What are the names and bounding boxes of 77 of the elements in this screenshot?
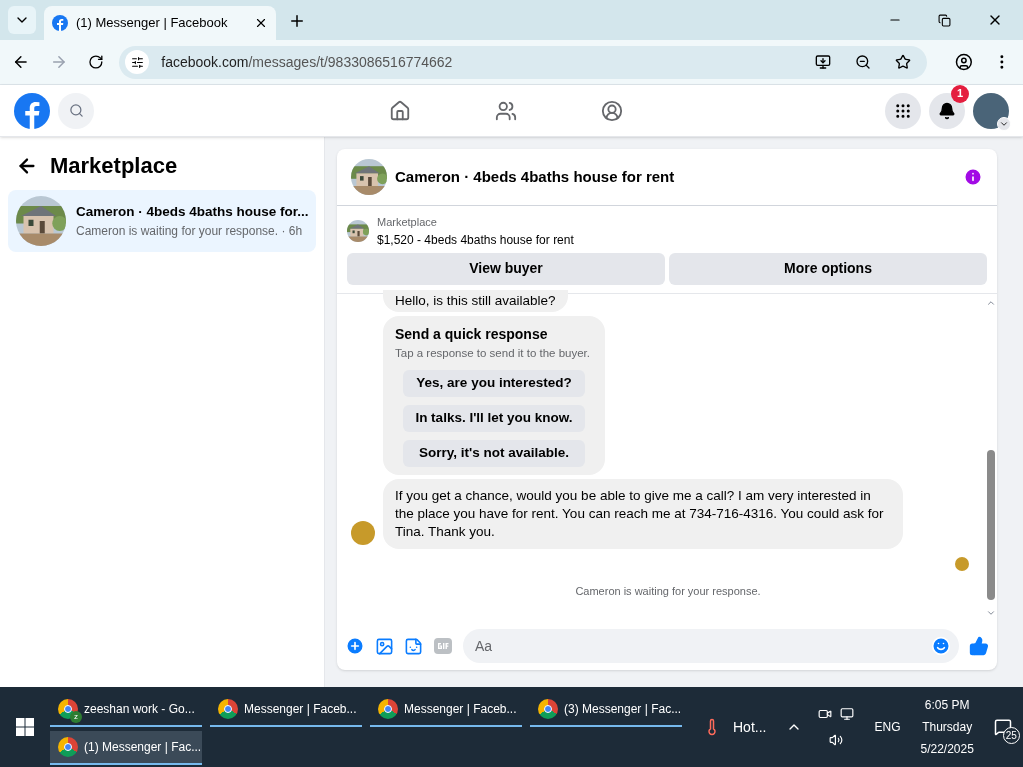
chrome-icon bbox=[538, 699, 558, 719]
listing-label: Marketplace bbox=[377, 215, 438, 230]
facebook-icon bbox=[52, 15, 68, 31]
quick-response-button[interactable]: In talks. I'll let you know. bbox=[403, 404, 585, 432]
listing-title: $1,520 - 4beds 4baths house for rent bbox=[377, 231, 574, 249]
conversation-preview: Cameron is waiting for your response. · 6h bbox=[76, 223, 304, 241]
window-title: Messenger | Faceb... bbox=[244, 701, 357, 718]
chrome-icon bbox=[378, 699, 398, 719]
close-icon[interactable] bbox=[254, 16, 268, 30]
waiting-status: Cameron is waiting for your response. bbox=[574, 583, 762, 599]
clock-date: 5/22/2025 bbox=[920, 741, 974, 758]
quick-response-subtitle: Tap a response to send it to the buyer. bbox=[395, 345, 591, 361]
camera-icon[interactable] bbox=[818, 707, 833, 721]
action-button[interactable]: View buyer bbox=[347, 252, 665, 285]
tab-menu-button[interactable] bbox=[8, 6, 36, 34]
install-icon[interactable] bbox=[815, 54, 832, 70]
chrome-icon bbox=[58, 737, 78, 757]
chat-title: Cameron · 4beds 4baths house for rent bbox=[395, 166, 676, 187]
sidebar-title: Marketplace bbox=[50, 152, 178, 180]
message-bubble: If you get a chance, would you be able to give me a call? I am very interested in the place you have for rent. You can reach me at 734-716-4316. You could ask for Tina. Thank you. bbox=[383, 478, 903, 549]
browser-tab[interactable]: (1) Messenger | Facebook bbox=[44, 6, 276, 40]
sender-avatar bbox=[351, 520, 375, 545]
conversation-title: Cameron · 4beds 4baths house for... bbox=[76, 202, 309, 221]
info-icon[interactable] bbox=[963, 167, 983, 187]
new-tab-icon[interactable] bbox=[288, 12, 306, 30]
volume-icon[interactable] bbox=[829, 733, 844, 747]
notification-count: 25 bbox=[1002, 727, 1020, 744]
conversation-item[interactable]: Cameron · 4beds 4baths house for... Cameron is waiting for your response. · 6h bbox=[8, 190, 316, 252]
site-info-button[interactable] bbox=[125, 50, 150, 74]
action-button[interactable]: More options bbox=[669, 252, 987, 285]
taskbar-window[interactable]: Messenger | Faceb... bbox=[210, 693, 362, 727]
url-text: facebook.com/messages/t/9833086516774662 bbox=[161, 52, 454, 72]
facebook-logo bbox=[14, 92, 50, 129]
reload-icon[interactable] bbox=[87, 54, 104, 70]
bookmark-star-icon[interactable] bbox=[895, 54, 912, 70]
taskbar-window[interactable]: Messenger | Faceb... bbox=[370, 693, 522, 727]
taskbar-window[interactable]: (3) Messenger | Fac... bbox=[530, 693, 682, 727]
add-icon[interactable] bbox=[345, 636, 365, 656]
message-bubble: Hello, is this still available? bbox=[383, 289, 568, 312]
taskbar-window[interactable]: (1) Messenger | Fac... bbox=[50, 731, 202, 765]
friends-icon bbox=[495, 99, 517, 122]
menu-button[interactable] bbox=[885, 92, 921, 129]
quick-response-button[interactable]: Yes, are you interested? bbox=[403, 369, 585, 397]
account-avatar[interactable] bbox=[973, 92, 1009, 129]
grid-icon bbox=[894, 101, 912, 120]
home-icon bbox=[389, 99, 411, 122]
weather-text[interactable]: Hot... bbox=[733, 716, 767, 738]
zoom-icon[interactable] bbox=[855, 54, 872, 70]
tab-title: (1) Messenger | Facebook bbox=[76, 14, 229, 33]
quick-response-title: Send a quick response bbox=[395, 324, 549, 344]
photo-icon[interactable] bbox=[375, 636, 394, 656]
taskbar-window[interactable]: z zeeshan work - Go... bbox=[50, 693, 202, 727]
clock-time: 6:05 PM bbox=[924, 697, 970, 714]
clock-day: Thursday bbox=[922, 716, 973, 738]
chrome-icon bbox=[218, 699, 238, 719]
restore-icon[interactable] bbox=[938, 13, 951, 27]
profile-icon[interactable] bbox=[955, 53, 974, 71]
account-menu-icon[interactable] bbox=[997, 116, 1011, 131]
language-indicator[interactable]: ENG bbox=[874, 718, 901, 736]
start-icon[interactable] bbox=[16, 718, 34, 736]
message-input[interactable]: Aa bbox=[463, 629, 959, 663]
seen-avatar bbox=[955, 556, 969, 571]
bell-icon bbox=[938, 101, 956, 120]
sliders-icon bbox=[130, 55, 144, 69]
search-button[interactable] bbox=[58, 92, 94, 129]
window-title: zeeshan work - Go... bbox=[84, 701, 195, 718]
window-title: Messenger | Faceb... bbox=[404, 701, 517, 718]
groups-icon bbox=[601, 99, 623, 122]
address-bar[interactable]: facebook.com/messages/t/9833086516774662 bbox=[119, 45, 928, 79]
like-icon[interactable] bbox=[969, 636, 989, 656]
window-title: (1) Messenger | Fac... bbox=[84, 739, 202, 756]
search-icon bbox=[68, 103, 84, 118]
back-icon[interactable] bbox=[12, 53, 30, 71]
network-icon[interactable] bbox=[840, 707, 855, 721]
window-title: (3) Messenger | Fac... bbox=[564, 701, 682, 718]
quick-response-button[interactable]: Sorry, it's not available. bbox=[403, 439, 585, 467]
sticker-icon[interactable] bbox=[404, 636, 423, 656]
